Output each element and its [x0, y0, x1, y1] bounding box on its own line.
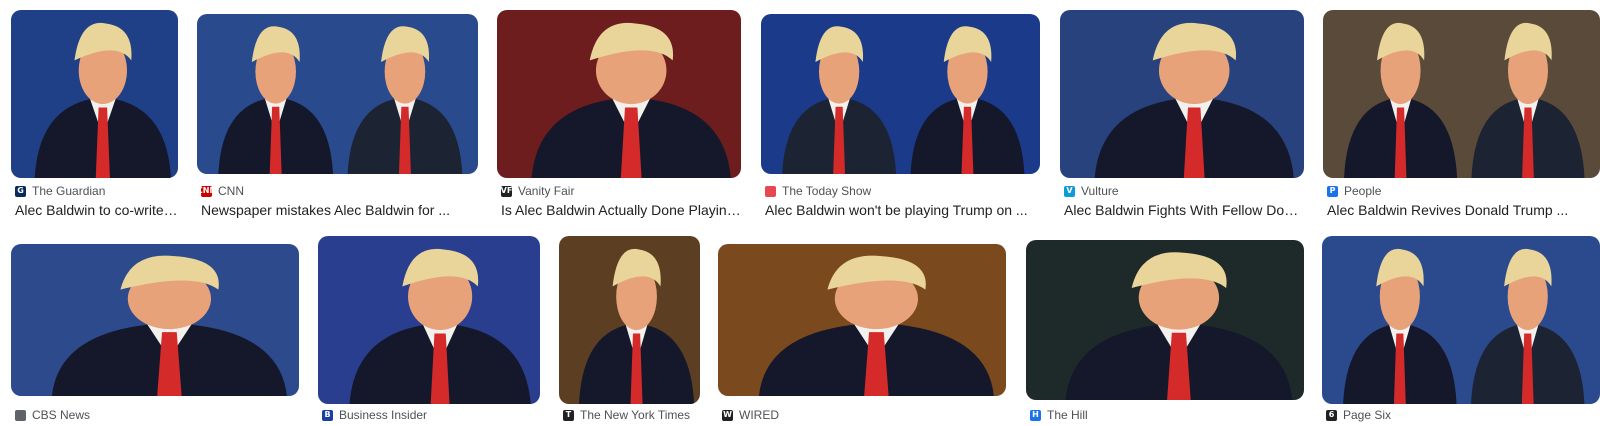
thumbnail-image	[1060, 10, 1304, 178]
favicon-icon	[765, 185, 776, 197]
source-name: The Today Show	[782, 184, 872, 198]
result-source[interactable]: G The Guardian	[15, 184, 105, 198]
thumbnail-image	[11, 10, 178, 178]
result-source[interactable]: H The Hill	[1030, 408, 1088, 422]
thumbnail-image	[1322, 236, 1600, 404]
result-title[interactable]: Alec Baldwin to co-write ...	[15, 202, 178, 218]
image-thumbnail[interactable]	[197, 14, 478, 174]
result-source[interactable]: P People	[1327, 184, 1381, 198]
thumbnail-image	[718, 244, 1006, 396]
favicon-icon: V	[1064, 185, 1075, 197]
favicon-icon: CNN	[196, 185, 217, 197]
thumbnail-image	[497, 10, 741, 178]
thumbnail-image	[559, 236, 700, 404]
source-name: Business Insider	[339, 408, 428, 422]
thumbnail-image	[761, 14, 1040, 174]
result-source[interactable]: W WIRED	[722, 408, 779, 422]
favicon-icon: B	[322, 409, 333, 421]
source-name: The Guardian	[32, 184, 106, 198]
image-thumbnail[interactable]	[1026, 240, 1304, 400]
image-thumbnail[interactable]	[497, 10, 741, 178]
source-name: CNN	[218, 184, 244, 198]
result-source[interactable]: T The New York Times	[563, 408, 690, 422]
thumbnail-image	[318, 236, 540, 404]
result-title[interactable]: Alec Baldwin won't be playing Trump on .…	[765, 202, 1040, 218]
image-thumbnail[interactable]	[318, 236, 540, 404]
result-title[interactable]: Newspaper mistakes Alec Baldwin for ...	[201, 202, 478, 218]
image-thumbnail[interactable]	[1322, 236, 1600, 404]
result-source[interactable]: The Today Show	[765, 184, 871, 198]
result-source[interactable]: 6 Page Six	[1326, 408, 1391, 422]
result-title[interactable]: Alec Baldwin Fights With Fellow Donal...	[1064, 202, 1304, 218]
favicon-icon: G	[15, 185, 26, 197]
result-title[interactable]: Is Alec Baldwin Actually Done Playing ..…	[501, 202, 741, 218]
image-thumbnail[interactable]	[761, 14, 1040, 174]
source-name: CBS News	[32, 408, 91, 422]
result-source[interactable]: V Vulture	[1064, 184, 1119, 198]
source-name: Vanity Fair	[518, 184, 575, 198]
image-thumbnail[interactable]	[718, 244, 1006, 396]
source-name: People	[1344, 184, 1382, 198]
thumbnail-image	[197, 14, 478, 174]
source-name: Page Six	[1343, 408, 1392, 422]
favicon-icon: H	[1030, 409, 1041, 421]
thumbnail-image	[1026, 240, 1304, 400]
favicon-icon: W	[722, 409, 733, 421]
thumbnail-image	[1323, 10, 1600, 178]
image-thumbnail[interactable]	[11, 10, 178, 178]
favicon-icon: T	[563, 409, 574, 421]
result-source[interactable]: B Business Insider	[322, 408, 427, 422]
favicon-icon: 6	[1326, 409, 1337, 421]
image-thumbnail[interactable]	[1323, 10, 1600, 178]
source-name: The New York Times	[580, 408, 691, 422]
favicon-icon: P	[1327, 185, 1338, 197]
image-thumbnail[interactable]	[1060, 10, 1304, 178]
image-thumbnail[interactable]	[11, 244, 299, 396]
result-source[interactable]: CBS News	[15, 408, 90, 422]
source-name: The Hill	[1047, 408, 1088, 422]
thumbnail-image	[11, 244, 299, 396]
favicon-icon	[15, 409, 26, 421]
favicon-icon: VF	[500, 185, 513, 197]
result-source[interactable]: VF Vanity Fair	[500, 184, 575, 198]
source-name: Vulture	[1081, 184, 1119, 198]
image-thumbnail[interactable]	[559, 236, 700, 404]
result-source[interactable]: CNN CNN	[196, 184, 244, 198]
source-name: WIRED	[739, 408, 779, 422]
result-title[interactable]: Alec Baldwin Revives Donald Trump ...	[1327, 202, 1600, 218]
